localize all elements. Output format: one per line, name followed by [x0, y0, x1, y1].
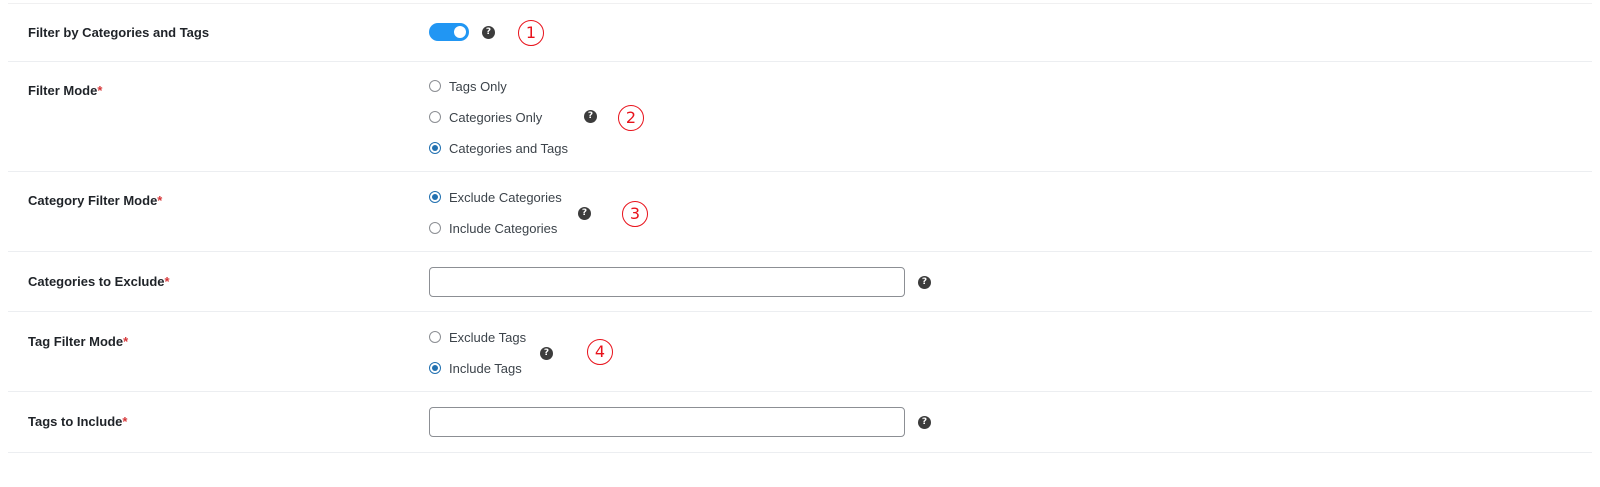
radio-label: Tags Only	[449, 78, 507, 94]
radio-button[interactable]	[429, 111, 441, 123]
row-label: Tags to Include*	[28, 414, 127, 429]
row-category-filter-mode: Category Filter Mode* Exclude Categories…	[8, 172, 1592, 252]
radio-button[interactable]	[429, 80, 441, 92]
help-icon[interactable]: ?	[578, 207, 591, 220]
help-icon[interactable]: ?	[540, 347, 553, 360]
help-icon[interactable]: ?	[918, 276, 931, 289]
radio-label: Categories Only	[449, 109, 543, 125]
help-icon[interactable]: ?	[918, 416, 931, 429]
row-label: Categories to Exclude*	[28, 274, 170, 289]
row-categories-to-exclude: Categories to Exclude* ?	[8, 252, 1592, 312]
radio-categories-and-tags[interactable]: Categories and Tags	[429, 139, 568, 157]
row-label: Category Filter Mode*	[28, 193, 162, 208]
radio-include-tags[interactable]: Include Tags	[429, 359, 522, 377]
required-marker: *	[122, 414, 128, 429]
radio-label: Exclude Tags	[449, 329, 527, 345]
radio-categories-only[interactable]: Categories Only	[429, 108, 542, 126]
radio-button[interactable]	[429, 362, 441, 374]
label-text: Tags to Include	[28, 414, 123, 429]
categories-to-exclude-input[interactable]	[429, 267, 905, 297]
help-icon[interactable]: ?	[482, 26, 495, 39]
row-filter-mode: Filter Mode* Tags Only Categories Only C…	[8, 62, 1592, 172]
row-label: Tag Filter Mode*	[28, 334, 128, 349]
radio-label: Categories and Tags	[449, 140, 569, 156]
row-tags-to-include: Tags to Include* ?	[8, 392, 1592, 453]
row-tag-filter-mode: Tag Filter Mode* Exclude Tags Include Ta…	[8, 312, 1592, 392]
label-text: Categories to Exclude	[28, 274, 165, 289]
radio-tags-only[interactable]: Tags Only	[429, 77, 507, 95]
required-marker: *	[157, 193, 163, 208]
label-text: Category Filter Mode	[28, 193, 158, 208]
label-text: Filter Mode	[28, 83, 98, 98]
radio-button[interactable]	[429, 142, 441, 154]
toggle-knob	[454, 26, 466, 38]
radio-button[interactable]	[429, 222, 441, 234]
annotation-marker: 3	[622, 201, 648, 227]
annotation-marker: 4	[587, 339, 613, 365]
row-label: Filter by Categories and Tags	[28, 25, 210, 40]
required-marker: *	[97, 83, 103, 98]
help-icon[interactable]: ?	[584, 110, 597, 123]
radio-button[interactable]	[429, 331, 441, 343]
radio-exclude-categories[interactable]: Exclude Categories	[429, 188, 562, 206]
annotation-marker: 2	[618, 105, 644, 131]
radio-label: Include Tags	[449, 360, 522, 376]
annotation-marker: 1	[518, 20, 544, 46]
required-marker: *	[123, 334, 129, 349]
radio-label: Include Categories	[449, 220, 558, 236]
row-label: Filter Mode*	[28, 83, 102, 98]
label-text: Tag Filter Mode	[28, 334, 124, 349]
radio-button[interactable]	[429, 191, 441, 203]
radio-label: Exclude Categories	[449, 189, 562, 205]
radio-exclude-tags[interactable]: Exclude Tags	[429, 328, 526, 346]
radio-include-categories[interactable]: Include Categories	[429, 219, 557, 237]
tags-to-include-input[interactable]	[429, 407, 905, 437]
row-filter-by-categories-and-tags: Filter by Categories and Tags ? 1	[8, 4, 1592, 62]
filter-toggle-switch[interactable]	[429, 23, 469, 41]
required-marker: *	[164, 274, 170, 289]
